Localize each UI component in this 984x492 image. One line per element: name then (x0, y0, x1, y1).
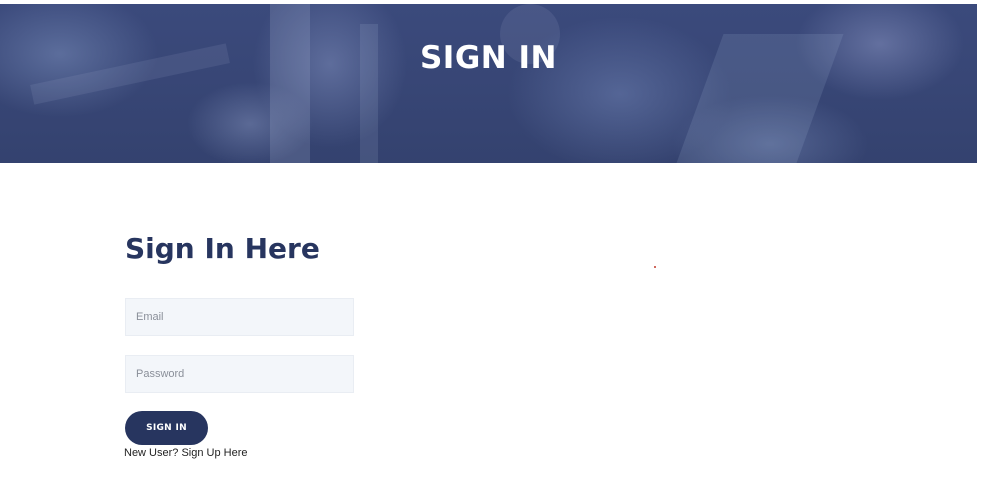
form-heading: Sign In Here (125, 232, 320, 265)
password-field[interactable] (125, 355, 354, 393)
decorative-dot (654, 266, 656, 268)
hero-banner: SIGN IN (0, 4, 977, 163)
email-field[interactable] (125, 298, 354, 336)
sign-up-link[interactable]: New User? Sign Up Here (124, 447, 248, 459)
sign-in-button[interactable]: SIGN IN (125, 411, 208, 445)
background-shape (270, 4, 310, 163)
page-title: SIGN IN (419, 40, 558, 76)
